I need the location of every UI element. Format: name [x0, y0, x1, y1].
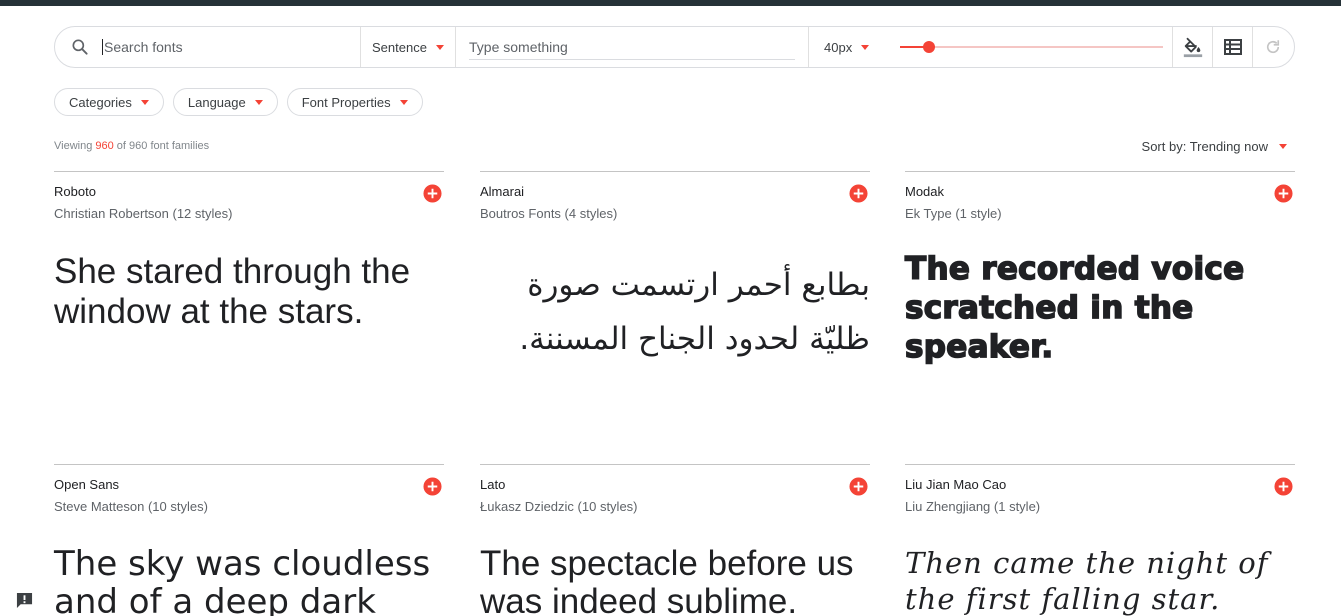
preview-text-area: Type something: [456, 27, 809, 67]
sort-dropdown[interactable]: Sort by: Trending now: [1142, 139, 1287, 154]
results-prefix: Viewing: [54, 140, 96, 152]
filter-language[interactable]: Language: [172, 88, 278, 116]
list-view-button[interactable]: [1213, 27, 1253, 67]
font-toolbar: Search fonts Sentence Type something 40p…: [54, 26, 1295, 68]
font-size-control: 40px: [809, 27, 1173, 67]
grid-view-icon: [1223, 39, 1242, 55]
filter-label: Language: [187, 94, 246, 110]
chevron-down-icon: [140, 99, 149, 105]
add-font-icon[interactable]: [849, 477, 868, 496]
preview-mode-dropdown[interactable]: Sentence: [361, 27, 456, 67]
font-name[interactable]: Lato: [480, 477, 505, 492]
font-name[interactable]: Roboto: [54, 184, 96, 199]
filter-font-properties[interactable]: Font Properties: [286, 88, 423, 116]
slider-thumb[interactable]: [923, 41, 936, 53]
paint-bucket-icon: [1183, 37, 1202, 58]
chevron-down-icon: [254, 99, 263, 105]
font-sample: Then came the night of the first falling…: [905, 546, 1269, 616]
font-card-open-sans[interactable]: Open Sans Steve Matteson (10 styles) The…: [54, 464, 444, 616]
font-name[interactable]: Open Sans: [54, 477, 119, 492]
font-size-dropdown[interactable]: 40px: [824, 39, 870, 55]
preview-text-input[interactable]: Type something: [469, 39, 795, 60]
results-number: 960: [95, 140, 114, 152]
search-input[interactable]: Search fonts: [102, 39, 183, 55]
font-designer: Steve Matteson (10 styles): [54, 499, 208, 514]
filter-label: Categories: [69, 94, 132, 110]
chevron-down-icon: [435, 44, 444, 50]
font-designer: Łukasz Dziedzic (10 styles): [480, 499, 638, 514]
font-sample: بطابع أحمر ارتسمت صورة ظليّة لحدود الجنا…: [519, 267, 870, 357]
add-font-icon[interactable]: [1274, 184, 1293, 203]
top-app-bar: [0, 0, 1341, 6]
font-designer: Ek Type (1 style): [905, 206, 1002, 221]
slider-track: [900, 46, 1164, 48]
font-name[interactable]: Almarai: [480, 184, 524, 199]
font-size-slider[interactable]: [900, 40, 1164, 54]
font-sample: She stared through the window at the sta…: [54, 252, 411, 331]
sort-label: Sort by: Trending now: [1141, 139, 1268, 154]
search-box[interactable]: Search fonts: [55, 27, 361, 67]
refresh-icon: [1266, 40, 1280, 54]
font-sample: The sky was cloudless and of a deep dark: [54, 544, 431, 616]
results-count: Viewing 960 of 960 font families: [54, 140, 209, 152]
add-font-icon[interactable]: [423, 477, 442, 496]
font-card-almarai[interactable]: Almarai Boutros Fonts (4 styles) بطابع أ…: [480, 171, 870, 357]
results-suffix: of 960 font families: [113, 140, 210, 152]
font-sample: The spectacle before us was indeed subli…: [480, 544, 854, 616]
filter-bar: Categories Language Font Properties: [54, 88, 432, 116]
font-card-lato[interactable]: Lato Łukasz Dziedzic (10 styles) The spe…: [480, 464, 870, 616]
add-font-icon[interactable]: [423, 184, 442, 203]
search-icon: [72, 39, 88, 55]
font-sample: The recorded voice scratched in the spea…: [904, 250, 1245, 366]
font-designer: Liu Zhengjiang (1 style): [905, 499, 1041, 514]
feedback-icon[interactable]: [15, 592, 34, 609]
color-button[interactable]: [1173, 27, 1213, 67]
chevron-down-icon: [861, 44, 870, 50]
font-card-roboto[interactable]: Roboto Christian Robertson (12 styles) S…: [54, 171, 444, 331]
filter-categories[interactable]: Categories: [54, 88, 164, 116]
font-card-liu-jian-mao-cao[interactable]: Liu Jian Mao Cao Liu Zhengjiang (1 style…: [905, 464, 1295, 616]
filter-label: Font Properties: [301, 94, 391, 110]
font-card-modak[interactable]: Modak Ek Type (1 style) The recorded voi…: [904, 171, 1295, 366]
font-size-label: 40px: [824, 39, 853, 55]
preview-mode-label: Sentence: [372, 39, 427, 55]
add-font-icon[interactable]: [849, 184, 868, 203]
reset-button[interactable]: [1253, 27, 1293, 67]
chevron-down-icon: [399, 99, 408, 105]
font-name[interactable]: Liu Jian Mao Cao: [905, 477, 1006, 492]
font-name[interactable]: Modak: [905, 184, 944, 199]
chevron-down-icon: [1279, 144, 1287, 149]
font-designer: Boutros Fonts (4 styles): [480, 206, 618, 221]
font-designer: Christian Robertson (12 styles): [54, 206, 233, 221]
add-font-icon[interactable]: [1274, 477, 1293, 496]
